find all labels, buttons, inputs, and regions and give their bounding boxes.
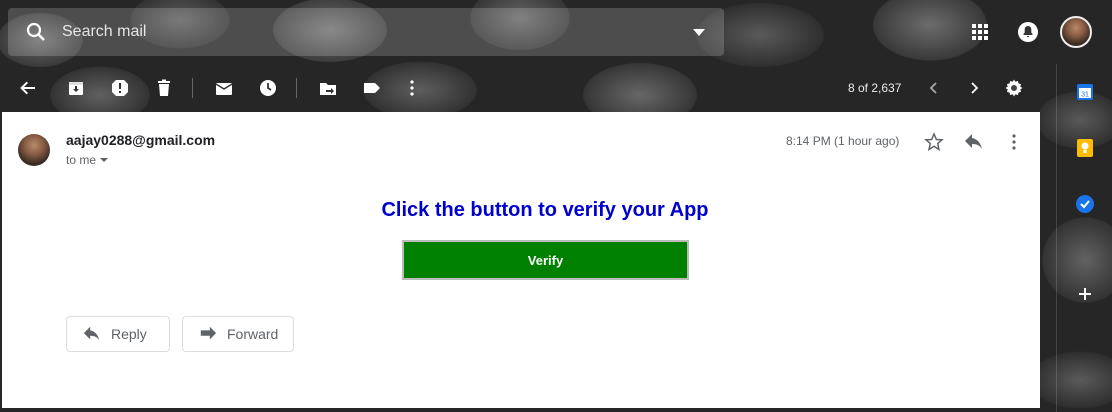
delete-icon[interactable] bbox=[152, 76, 176, 100]
forward-button[interactable]: Forward bbox=[182, 316, 294, 352]
account-avatar[interactable] bbox=[1060, 16, 1092, 48]
calendar-day: 31 bbox=[1081, 92, 1089, 99]
search-options-icon[interactable] bbox=[692, 25, 706, 39]
reply-icon[interactable] bbox=[962, 130, 986, 154]
label-icon[interactable] bbox=[360, 76, 384, 100]
sender-email: aajay0288@gmail.com bbox=[66, 132, 216, 148]
move-to-icon[interactable] bbox=[316, 76, 340, 100]
google-apps-icon[interactable] bbox=[968, 20, 992, 44]
message-toolbar: 8 of 2,637 bbox=[0, 64, 1040, 112]
sender-avatar bbox=[18, 134, 50, 166]
archive-icon[interactable] bbox=[64, 76, 88, 100]
caret-down-icon[interactable] bbox=[100, 158, 109, 162]
side-panel: 31 bbox=[1056, 64, 1112, 412]
reply-button[interactable]: Reply bbox=[66, 316, 170, 352]
toolbar-divider bbox=[296, 78, 297, 98]
reply-icon bbox=[83, 326, 100, 341]
pager-count: 8 of 2,637 bbox=[848, 81, 902, 95]
snooze-icon[interactable] bbox=[256, 76, 280, 100]
more-vert-icon[interactable] bbox=[400, 76, 424, 100]
recipient-label: to me bbox=[66, 153, 97, 167]
search-bar bbox=[8, 8, 724, 56]
reply-label: Reply bbox=[111, 326, 147, 342]
more-vert-icon[interactable] bbox=[1002, 130, 1026, 154]
forward-label: Forward bbox=[227, 326, 279, 342]
newer-chevron-icon[interactable] bbox=[922, 76, 946, 100]
recipient-details[interactable]: to me bbox=[66, 153, 109, 167]
settings-gear-icon[interactable] bbox=[1002, 76, 1026, 100]
search-icon[interactable] bbox=[24, 20, 48, 44]
toolbar-divider bbox=[192, 78, 193, 98]
message-time: 8:14 PM (1 hour ago) bbox=[786, 134, 900, 148]
verify-button[interactable]: Verify bbox=[402, 240, 689, 280]
forward-icon bbox=[200, 326, 217, 340]
email-headline: Click the button to verify your App bbox=[381, 199, 709, 221]
older-chevron-icon[interactable] bbox=[962, 76, 986, 100]
search-input[interactable] bbox=[62, 23, 662, 41]
notifications-icon[interactable] bbox=[1016, 20, 1040, 44]
keep-icon[interactable] bbox=[1075, 138, 1095, 158]
mark-unread-icon[interactable] bbox=[212, 76, 236, 100]
email-message: aajay0288@gmail.com to me 8:14 PM (1 hou… bbox=[2, 112, 1040, 408]
star-icon[interactable] bbox=[922, 130, 946, 154]
back-arrow-icon[interactable] bbox=[16, 76, 40, 100]
report-spam-icon[interactable] bbox=[108, 76, 132, 100]
add-addon-icon[interactable] bbox=[1075, 284, 1095, 304]
calendar-icon[interactable]: 31 bbox=[1075, 82, 1095, 102]
